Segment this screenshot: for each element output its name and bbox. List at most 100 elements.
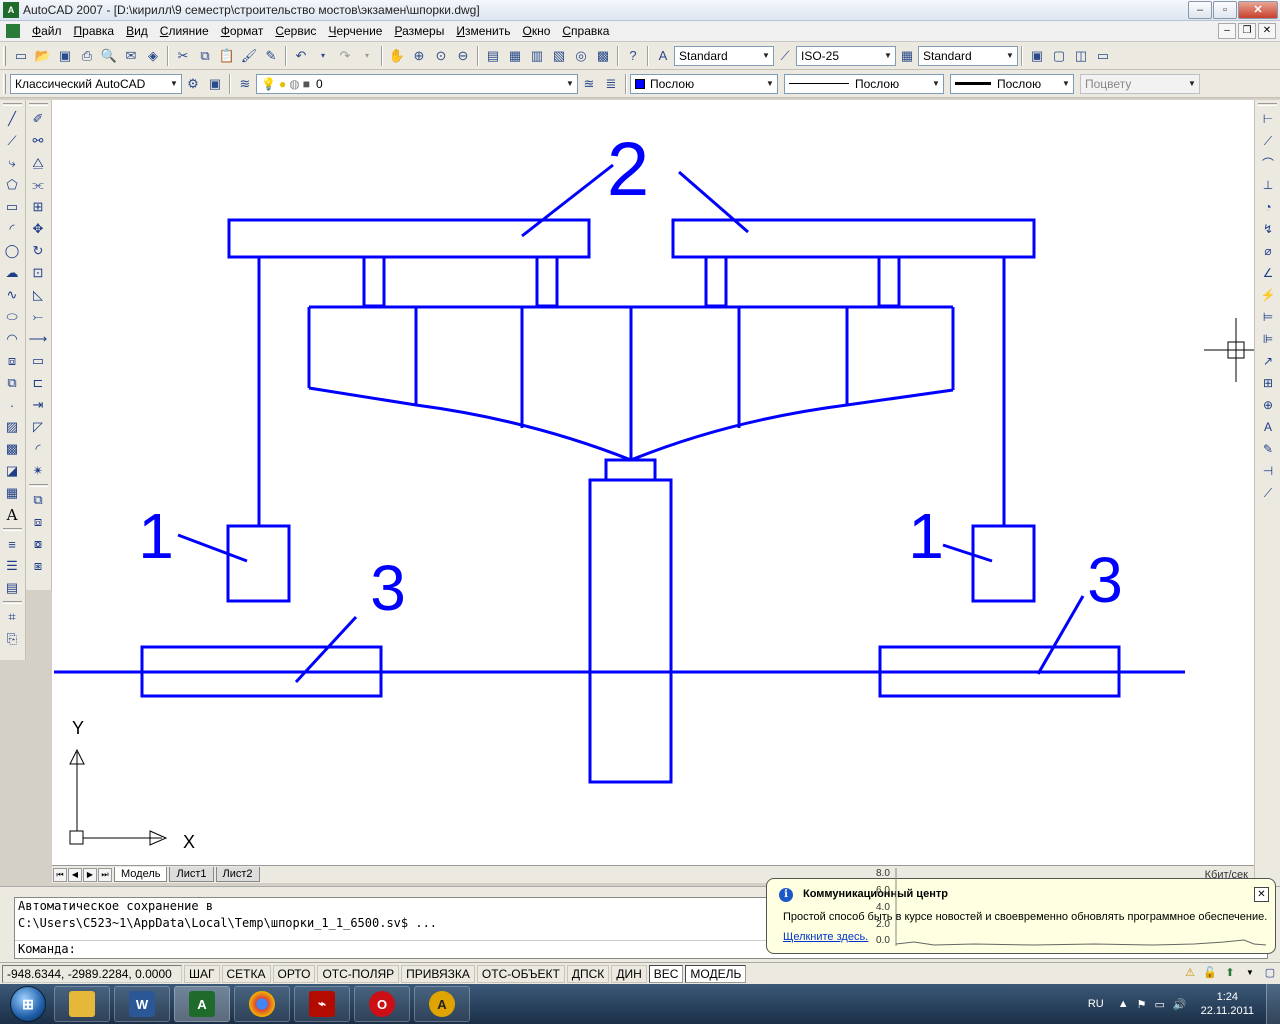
- new-icon[interactable]: ▭: [11, 46, 31, 66]
- comm-center-icon[interactable]: ⬆: [1222, 964, 1238, 980]
- rectangle-icon[interactable]: ▭: [2, 197, 22, 217]
- toolbar-grip[interactable]: [3, 73, 6, 94]
- baseline-icon[interactable]: ⊨: [1257, 307, 1279, 327]
- dimension-edit-icon[interactable]: A: [1257, 417, 1279, 437]
- layer-manager-icon[interactable]: ≋: [235, 74, 255, 94]
- copy-object-icon[interactable]: ⚯: [28, 131, 48, 151]
- dim-style-select[interactable]: ISO-25 ▼: [796, 45, 896, 66]
- taskbar-chrome[interactable]: [234, 986, 290, 1022]
- draw-order-icon[interactable]: ⧉: [28, 490, 48, 510]
- join-icon[interactable]: ⇥: [28, 395, 48, 415]
- lineweight-select[interactable]: Послою ▼: [950, 73, 1074, 94]
- doc-restore-button[interactable]: ❐: [1238, 23, 1256, 39]
- arc-length-icon[interactable]: ⌒: [1257, 153, 1279, 173]
- mirror-icon[interactable]: ⧋: [28, 153, 48, 173]
- undo-icon[interactable]: ↶: [291, 46, 311, 66]
- stretch-icon[interactable]: ◺: [28, 285, 48, 305]
- zoom-window-icon[interactable]: ⊙: [431, 46, 451, 66]
- plot-icon[interactable]: ⎙: [77, 46, 97, 66]
- last-tab-button[interactable]: ⏭: [98, 867, 112, 882]
- tolerance-icon[interactable]: ⊞: [1257, 373, 1279, 393]
- tab-layout2[interactable]: Лист2: [215, 867, 260, 882]
- osnap-toggle[interactable]: ПРИВЯЗКА: [401, 964, 475, 983]
- toolbar-grip[interactable]: [3, 528, 22, 531]
- polygon-icon[interactable]: ⬠: [2, 175, 22, 195]
- fillet-icon[interactable]: ◜: [28, 439, 48, 459]
- doc-minimize-button[interactable]: –: [1218, 23, 1236, 39]
- linear-dimension-icon[interactable]: ⊢: [1257, 109, 1279, 129]
- redo-dropdown-icon[interactable]: ▾: [357, 46, 377, 66]
- prev-tab-button[interactable]: ◀: [68, 867, 82, 882]
- plot-preview-icon[interactable]: 🔍: [99, 46, 119, 66]
- move-icon[interactable]: ✥: [28, 219, 48, 239]
- volume-icon[interactable]: 🔊: [1173, 998, 1187, 1011]
- menu-view[interactable]: Вид: [120, 24, 154, 38]
- save-icon[interactable]: ▣: [55, 46, 75, 66]
- center-mark-icon[interactable]: ⊕: [1257, 395, 1279, 415]
- menu-window[interactable]: Окно: [516, 24, 556, 38]
- language-indicator[interactable]: RU: [1088, 998, 1104, 1010]
- make-current-layer-icon[interactable]: ≊: [579, 74, 599, 94]
- publish-icon[interactable]: ✉: [121, 46, 141, 66]
- grid-toggle[interactable]: СЕТКА: [221, 964, 271, 983]
- status-menu-icon[interactable]: ▼: [1242, 964, 1258, 980]
- workspace-settings-icon[interactable]: ⚙: [183, 74, 203, 94]
- construction-line-icon[interactable]: ⟋: [2, 131, 22, 151]
- close-button[interactable]: ✕: [1238, 1, 1278, 19]
- menu-tools[interactable]: Сервис: [269, 24, 322, 38]
- tab-layout1[interactable]: Лист1: [169, 867, 214, 882]
- pan-icon[interactable]: ✋: [387, 46, 407, 66]
- offset-icon[interactable]: ⫘: [28, 175, 48, 195]
- viewport-clip-icon[interactable]: ◫: [1071, 46, 1091, 66]
- draw-order-icon[interactable]: ≡: [2, 534, 22, 554]
- region-icon[interactable]: ◪: [2, 461, 22, 481]
- list-icon[interactable]: ⎘: [2, 629, 22, 649]
- diameter-icon[interactable]: ⌀: [1257, 241, 1279, 261]
- array-icon[interactable]: ⊞: [28, 197, 48, 217]
- table-icon[interactable]: ▦: [2, 483, 22, 503]
- line-icon[interactable]: ╱: [2, 109, 22, 129]
- match-properties-icon[interactable]: 🖌: [239, 46, 259, 66]
- lock-icon[interactable]: 🔓: [1202, 964, 1218, 980]
- menu-dimension[interactable]: Размеры: [388, 24, 450, 38]
- table-style-select[interactable]: Standard ▼: [918, 45, 1018, 66]
- ellipse-arc-icon[interactable]: ◠: [2, 329, 22, 349]
- next-tab-button[interactable]: ▶: [83, 867, 97, 882]
- copy-icon[interactable]: ⧉: [195, 46, 215, 66]
- toolbar-grip[interactable]: [3, 103, 22, 106]
- ducs-toggle[interactable]: ДПСК: [566, 964, 610, 983]
- color-select[interactable]: Послою ▼: [630, 73, 778, 94]
- polar-toggle[interactable]: ОТС-ПОЛЯР: [317, 964, 400, 983]
- communication-center-balloon[interactable]: i Коммуникационный центр ✕ Простой спосо…: [766, 878, 1276, 954]
- ellipse-icon[interactable]: ⬭: [2, 307, 22, 327]
- taskbar-opera[interactable]: O: [354, 986, 410, 1022]
- snap-toggle[interactable]: ШАГ: [184, 964, 220, 983]
- bring-front-icon[interactable]: ⧆: [28, 556, 48, 576]
- taskbar-autocad[interactable]: A: [174, 986, 230, 1022]
- trim-icon[interactable]: ⤚: [28, 307, 48, 327]
- menu-help[interactable]: Справка: [556, 24, 615, 38]
- action-center-icon[interactable]: ▭: [1154, 998, 1164, 1011]
- scale-icon[interactable]: ⊡: [28, 263, 48, 283]
- linetype-select[interactable]: Послою ▼: [784, 73, 944, 94]
- make-block-icon[interactable]: ⧉: [2, 373, 22, 393]
- menu-file[interactable]: Файл: [26, 24, 68, 38]
- dim-style-icon[interactable]: ⟋: [775, 46, 795, 66]
- warning-icon[interactable]: ⚠: [1182, 964, 1198, 980]
- model-toggle[interactable]: МОДЕЛЬ: [685, 964, 747, 983]
- explode-icon[interactable]: ✴: [28, 461, 48, 481]
- first-tab-button[interactable]: ⏮: [53, 867, 67, 882]
- help-icon[interactable]: ?: [623, 46, 643, 66]
- text-style-select[interactable]: Standard ▼: [674, 45, 774, 66]
- taskbar-autocad-alt[interactable]: A: [414, 986, 470, 1022]
- document-icon[interactable]: [6, 24, 20, 38]
- block-editor-icon[interactable]: ✎: [261, 46, 281, 66]
- hatch-icon[interactable]: ▨: [2, 417, 22, 437]
- circle-icon[interactable]: ◯: [2, 241, 22, 261]
- send-under-icon[interactable]: ⧇: [28, 534, 48, 554]
- multiline-text-icon[interactable]: A: [2, 505, 22, 525]
- menu-edit[interactable]: Правка: [68, 24, 121, 38]
- markup-icon[interactable]: ◎: [571, 46, 591, 66]
- menu-modify[interactable]: Изменить: [450, 24, 516, 38]
- paste-icon[interactable]: 📋: [217, 46, 237, 66]
